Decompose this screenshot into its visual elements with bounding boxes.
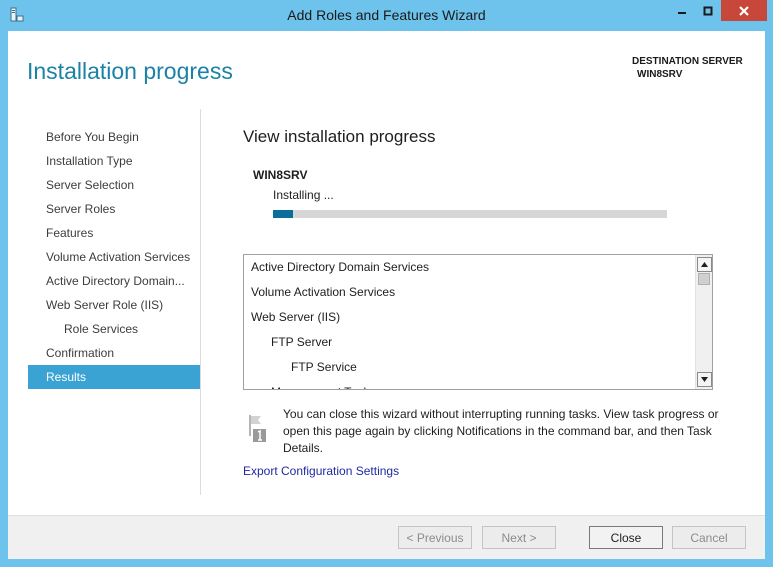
installation-status: Installing ...	[273, 188, 334, 202]
minimize-button[interactable]	[669, 0, 695, 21]
close-button[interactable]: Close	[589, 526, 663, 549]
notification-flag-icon	[247, 414, 269, 444]
wizard-client-area: Installation progress DESTINATION SERVER…	[8, 31, 765, 559]
arrow-up-icon	[701, 262, 708, 267]
feature-item: Web Server (IIS)	[251, 310, 341, 324]
nav-item-before-you-begin[interactable]: Before You Begin	[28, 125, 200, 149]
features-list: Active Directory Domain Services Volume …	[244, 255, 695, 389]
nav-item-web-server-role[interactable]: Web Server Role (IIS)	[28, 293, 200, 317]
features-scrollbar[interactable]	[695, 255, 712, 389]
nav-item-role-services[interactable]: Role Services	[28, 317, 200, 341]
feature-item: Volume Activation Services	[251, 285, 396, 299]
destination-server-name: WIN8SRV	[637, 69, 683, 80]
close-icon	[739, 5, 749, 16]
nav-item-server-roles[interactable]: Server Roles	[28, 197, 200, 221]
cancel-button[interactable]: Cancel	[672, 526, 746, 549]
nav-divider	[200, 109, 201, 495]
arrow-down-icon	[701, 377, 708, 382]
features-list-box[interactable]: Active Directory Domain Services Volume …	[243, 254, 713, 390]
section-heading: View installation progress	[243, 127, 436, 146]
previous-button[interactable]: < Previous	[398, 526, 472, 549]
minimize-icon	[678, 11, 686, 14]
scroll-down-button[interactable]	[697, 372, 712, 387]
progress-server-name: WIN8SRV	[253, 168, 308, 182]
close-wizard-note: You can close this wizard without interr…	[283, 407, 719, 455]
nav-item-volume-activation-services[interactable]: Volume Activation Services	[28, 245, 200, 269]
wizard-navigation: Before You Begin Installation Type Serve…	[28, 125, 200, 389]
maximize-icon	[703, 6, 713, 15]
nav-item-results[interactable]: Results	[28, 365, 200, 389]
nav-item-active-directory-domain[interactable]: Active Directory Domain...	[28, 269, 200, 293]
wizard-window: Add Roles and Features Wizard Installati…	[0, 0, 773, 567]
nav-item-confirmation[interactable]: Confirmation	[28, 341, 200, 365]
installation-progress-bar	[273, 210, 667, 218]
page-title: Installation progress	[27, 58, 233, 84]
nav-item-installation-type[interactable]: Installation Type	[28, 149, 200, 173]
destination-server-label: DESTINATION SERVER	[632, 56, 743, 67]
feature-item: Active Directory Domain Services	[251, 260, 430, 274]
next-button[interactable]: Next >	[482, 526, 556, 549]
nav-item-server-selection[interactable]: Server Selection	[28, 173, 200, 197]
close-window-button[interactable]	[721, 0, 767, 21]
progress-bar-fill	[273, 210, 293, 218]
feature-item: Management Tools	[244, 380, 695, 389]
feature-item: FTP Server	[271, 335, 333, 349]
feature-item: FTP Service	[291, 360, 357, 374]
title-bar[interactable]: Add Roles and Features Wizard	[0, 0, 773, 31]
scrollbar-thumb[interactable]	[698, 273, 710, 285]
wizard-footer: < Previous Next > Close Cancel	[8, 515, 765, 559]
export-configuration-link[interactable]: Export Configuration Settings	[243, 464, 399, 478]
window-title: Add Roles and Features Wizard	[287, 7, 486, 23]
maximize-button[interactable]	[695, 0, 721, 21]
nav-item-features[interactable]: Features	[28, 221, 200, 245]
scroll-up-button[interactable]	[697, 257, 712, 272]
